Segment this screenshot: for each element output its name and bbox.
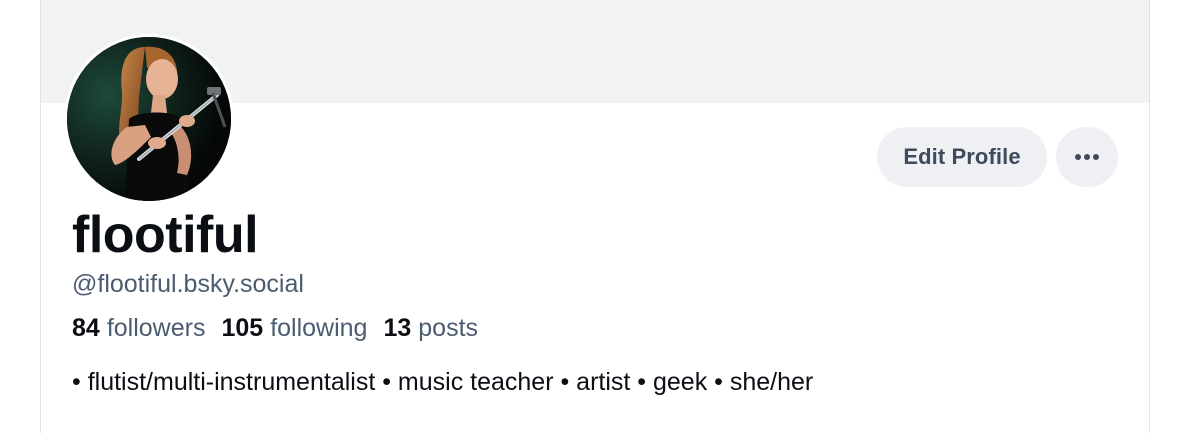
followers-count: 84 (72, 314, 100, 342)
edit-profile-button[interactable]: Edit Profile (877, 127, 1047, 187)
profile-page: Edit Profile flootiful @flootiful.bsky.s… (0, 0, 1200, 433)
profile-bio: • flutist/multi-instrumentalist • music … (72, 368, 814, 396)
display-name: flootiful (72, 206, 259, 264)
profile-handle: @flootiful.bsky.social (72, 270, 304, 298)
more-options-button[interactable] (1056, 127, 1118, 187)
posts-count: 13 (383, 314, 412, 342)
followers-link[interactable]: 84 followers (72, 310, 205, 346)
profile-card: Edit Profile flootiful @flootiful.bsky.s… (40, 0, 1150, 433)
posts-stat: 13 posts (383, 310, 478, 346)
avatar[interactable] (64, 34, 234, 204)
followers-label: followers (106, 314, 206, 342)
ellipsis-icon (1075, 154, 1099, 160)
following-label: following (270, 314, 368, 342)
following-link[interactable]: 105 following (221, 310, 367, 346)
avatar-photo (67, 37, 231, 201)
following-count: 105 (221, 314, 264, 342)
profile-stats: 84 followers 105 following 13 posts (72, 310, 478, 346)
posts-label: posts (418, 314, 479, 342)
profile-actions: Edit Profile (877, 127, 1118, 187)
